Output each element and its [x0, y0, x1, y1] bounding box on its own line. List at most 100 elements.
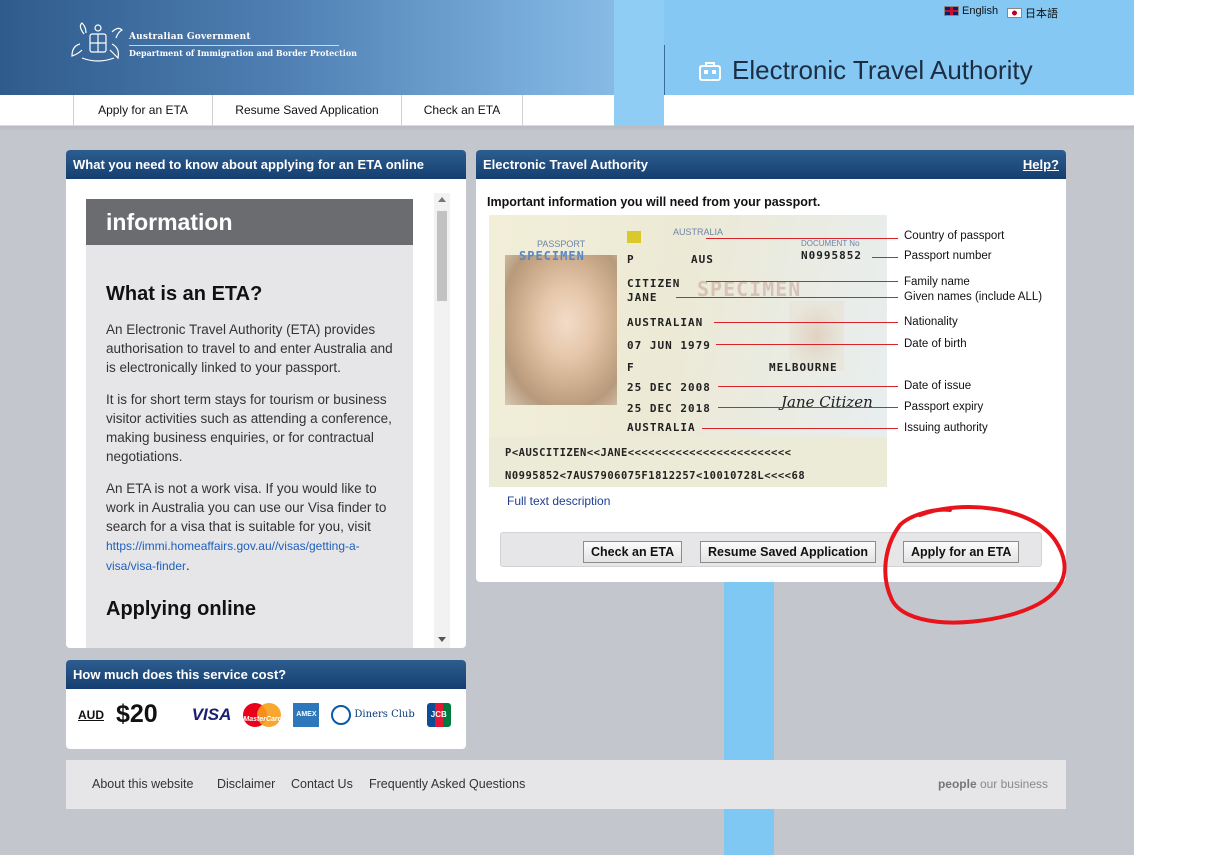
cost-row: AUD $20 VISA MasterCard AMEX Diners Club…	[78, 700, 451, 729]
footer-about-link[interactable]: About this website	[92, 777, 193, 791]
callout-line-country	[706, 238, 898, 239]
info-paragraph-3-end: .	[186, 558, 190, 573]
header-stripe	[614, 0, 664, 95]
passport-signature: Jane Citizen	[781, 393, 873, 411]
callout-line-dob	[716, 344, 898, 345]
passport-dob: 07 JUN 1979	[627, 339, 711, 352]
scroll-down-icon[interactable]	[438, 637, 446, 642]
language-english[interactable]: English	[944, 5, 998, 17]
government-branding: Australian Government Department of Immi…	[129, 32, 357, 58]
info-panel: What you need to know about applying for…	[66, 150, 466, 648]
callout-line-nationality	[714, 322, 898, 323]
action-button-bar: Check an ETA Resume Saved Application Ap…	[500, 532, 1042, 567]
mastercard-text: MasterCard	[243, 715, 282, 723]
site-footer: About this website Disclaimer Contact Us…	[66, 760, 1066, 809]
resume-application-button[interactable]: Resume Saved Application	[700, 541, 876, 563]
diners-club-icon	[331, 704, 352, 725]
nav-check-eta[interactable]: Check an ETA	[401, 95, 523, 126]
passport-document-no-label: DOCUMENT No	[801, 239, 860, 248]
passport-nationality: AUSTRALIAN	[627, 316, 704, 329]
passport-country-code: AUS	[691, 253, 714, 266]
scroll-thumb[interactable]	[437, 211, 447, 301]
info-content: information What is an ETA? An Electroni…	[86, 199, 413, 648]
cost-panel-title: How much does this service cost?	[66, 660, 466, 689]
apply-eta-button[interactable]: Apply for an ETA	[903, 541, 1020, 563]
callout-given-names: Given names (include ALL)	[904, 291, 1043, 303]
eta-panel-header: Electronic Travel Authority Help?	[476, 150, 1066, 179]
info-band: information	[86, 199, 413, 245]
info-scroll-area[interactable]: information What is an ETA? An Electroni…	[66, 179, 466, 648]
eta-panel-title: Electronic Travel Authority	[483, 157, 648, 172]
language-english-label: English	[962, 5, 999, 17]
callout-line-authority	[702, 428, 898, 429]
gov-rule	[129, 45, 339, 46]
info-paragraph-1: An Electronic Travel Authority (ETA) pro…	[106, 322, 393, 375]
diners-club-logo: Diners Club	[331, 704, 415, 726]
callout-expiry: Passport expiry	[904, 401, 984, 413]
passport-surname: CITIZEN	[627, 277, 681, 290]
help-link[interactable]: Help?	[1023, 150, 1059, 179]
info-paragraph-3: An ETA is not a work visa. If you would …	[106, 479, 393, 576]
tagline-rest: our business	[976, 777, 1048, 791]
footer-faq-link[interactable]: Frequently Asked Questions	[369, 777, 525, 791]
footer-contact-link[interactable]: Contact Us	[291, 777, 353, 791]
currency-label: AUD	[78, 707, 104, 722]
mrz-line-2: N0995852<7AUS7906075F1812257<10010728L<<…	[505, 470, 806, 482]
coat-of-arms-icon	[71, 22, 124, 62]
passport-heading-left: PASSPORT	[537, 239, 586, 249]
info-paragraph-2: It is for short term stays for tourism o…	[106, 392, 392, 464]
callout-authority: Issuing authority	[904, 422, 988, 434]
passport-expiry-date: 25 DEC 2018	[627, 402, 711, 415]
footer-disclaimer-link[interactable]: Disclaimer	[217, 777, 275, 791]
callout-line-given-names	[676, 297, 898, 298]
callout-dob: Date of birth	[904, 338, 967, 350]
info-paragraph-3-text: An ETA is not a work visa. If you would …	[106, 481, 387, 534]
info-body: What is an ETA? An Electronic Travel Aut…	[86, 245, 413, 621]
eta-body: Important information you will need from…	[476, 179, 1066, 582]
main-nav: Apply for an ETA Resume Saved Applicatio…	[0, 95, 1134, 126]
passport-chip-icon	[627, 231, 641, 243]
visa-finder-link[interactable]: https://immi.homeaffairs.gov.au//visas/g…	[106, 539, 360, 573]
check-eta-button[interactable]: Check an ETA	[583, 541, 683, 563]
jcb-logo: JCB	[426, 702, 451, 727]
passport-country-heading: AUSTRALIA	[673, 227, 724, 237]
nav-apply-eta[interactable]: Apply for an ETA	[73, 95, 212, 126]
visa-logo: VISA	[191, 704, 232, 724]
callout-line-issue	[718, 386, 898, 387]
scroll-up-icon[interactable]	[438, 197, 446, 202]
header-divider	[664, 45, 665, 95]
price-value: $20	[116, 700, 158, 728]
suitcase-icon	[699, 61, 721, 81]
passport-specimen-label: SPECIMEN	[519, 249, 585, 263]
mrz-line-1: P<AUSCITIZEN<<JANE<<<<<<<<<<<<<<<<<<<<<<…	[505, 447, 792, 459]
cost-panel: How much does this service cost? AUD $20…	[66, 660, 466, 749]
passport-caption: Important information you will need from…	[487, 195, 821, 209]
passport-issue-date: 25 DEC 2008	[627, 381, 711, 394]
full-text-description-link[interactable]: Full text description	[507, 494, 610, 508]
mastercard-logo: MasterCard	[243, 702, 282, 727]
app-title-text: Electronic Travel Authority	[732, 55, 1033, 85]
language-japanese[interactable]: 日本語	[1007, 5, 1058, 21]
passport-authority: AUSTRALIA	[627, 421, 696, 434]
page: Australian Government Department of Immi…	[0, 0, 1134, 855]
japan-flag-icon	[1007, 8, 1022, 18]
amex-logo: AMEX	[293, 702, 320, 727]
app-title: Electronic Travel Authority	[698, 55, 1033, 86]
callout-issue-date: Date of issue	[904, 380, 972, 392]
passport-type: P	[627, 253, 635, 266]
info-panel-title: What you need to know about applying for…	[66, 150, 466, 179]
callout-line-expiry	[718, 407, 898, 408]
info-scrollbar[interactable]	[434, 193, 450, 648]
site-header: Australian Government Department of Immi…	[0, 0, 1134, 95]
language-japanese-label: 日本語	[1025, 8, 1058, 20]
passport-sex: F	[627, 361, 635, 374]
callout-passport-number: Passport number	[904, 250, 992, 262]
diners-club-text: Diners Club	[354, 708, 415, 720]
nav-resume-application[interactable]: Resume Saved Application	[212, 95, 401, 126]
passport-place-of-birth: MELBOURNE	[769, 361, 838, 374]
what-is-eta-heading: What is an ETA?	[106, 283, 263, 305]
decorative-stripe	[724, 582, 774, 855]
nav-stripe	[614, 95, 664, 126]
callout-line-family-name	[706, 281, 898, 282]
gov-line2: Department of Immigration and Border Pro…	[129, 48, 357, 58]
